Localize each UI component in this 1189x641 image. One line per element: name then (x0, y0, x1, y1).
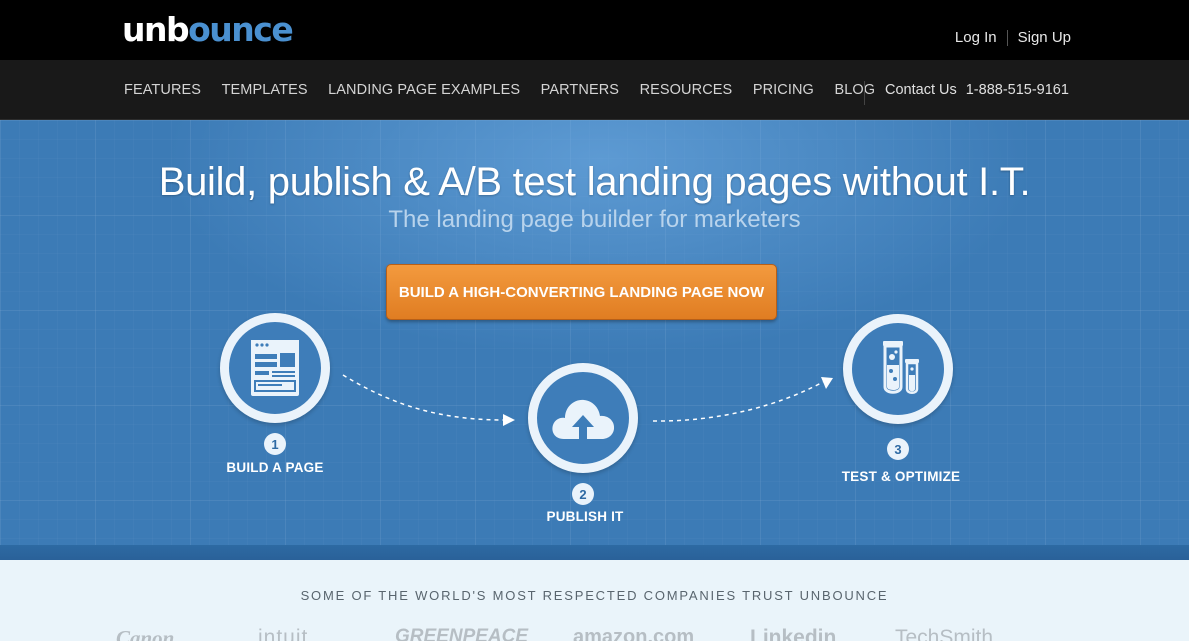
logo-text-part1: unb (122, 10, 190, 49)
step-3-label: TEST & OPTIMIZE (841, 469, 961, 484)
logo-amazon: amazon.com (573, 626, 695, 641)
nav-item-templates[interactable]: TEMPLATES (222, 82, 308, 98)
phone-number[interactable]: 1-888-515-9161 (966, 82, 1069, 98)
hero-headline: Build, publish & A/B test landing pages … (158, 160, 1031, 204)
build-landing-page-button[interactable]: BUILD A HIGH-CONVERTING LANDING PAGE NOW (386, 264, 777, 320)
main-nav: FEATURES TEMPLATES LANDING PAGE EXAMPLES… (124, 60, 896, 120)
nav-item-partners[interactable]: PARTNERS (541, 82, 619, 98)
step-2-label: PUBLISH IT (546, 509, 624, 524)
logo-canon: Canon (116, 626, 175, 641)
logo-greenpeace: GREENPEACE (395, 626, 529, 641)
unbounce-logo[interactable]: unbounce (122, 10, 294, 50)
auth-links: Log In Sign Up (955, 29, 1071, 46)
nav-item-resources[interactable]: RESOURCES (640, 82, 733, 98)
contact-info: Contact Us 1-888-515-9161 (885, 60, 1069, 120)
step-3-number: 3 (887, 438, 909, 460)
cloud-upload-icon (552, 399, 615, 439)
logo-text-part2: ounce (188, 10, 294, 49)
step-1-number: 1 (264, 433, 286, 455)
step-1-circle (220, 313, 330, 423)
step-2-circle (528, 363, 638, 473)
logo-linkedin: Linkedin (750, 626, 837, 641)
trust-title: SOME OF THE WORLD'S MOST RESPECTED COMPA… (300, 588, 889, 603)
nav-item-pricing[interactable]: PRICING (753, 82, 814, 98)
test-tubes-icon (883, 341, 919, 394)
nav-divider (864, 81, 865, 105)
top-bar: unbounce Log In Sign Up (0, 0, 1189, 60)
nav-item-landing-page-examples[interactable]: LANDING PAGE EXAMPLES (328, 82, 520, 98)
nav-item-features[interactable]: FEATURES (124, 82, 201, 98)
page-builder-icon (251, 340, 299, 396)
main-nav-bar: FEATURES TEMPLATES LANDING PAGE EXAMPLES… (0, 60, 1189, 120)
login-link[interactable]: Log In (955, 29, 997, 46)
auth-divider (1006, 29, 1008, 46)
step-2-number: 2 (572, 483, 594, 505)
signup-link[interactable]: Sign Up (1018, 29, 1071, 46)
hero-bottom-edge (0, 545, 1189, 560)
step-3-circle (843, 314, 953, 424)
hero-subheadline: The landing page builder for marketers (388, 206, 801, 233)
step-1-label: BUILD A PAGE (226, 460, 324, 475)
nav-item-blog[interactable]: BLOG (834, 82, 875, 98)
contact-label[interactable]: Contact Us (885, 82, 957, 98)
logo-techsmith: TechSmith (895, 626, 994, 641)
logo-intuit: intuit (258, 626, 309, 641)
